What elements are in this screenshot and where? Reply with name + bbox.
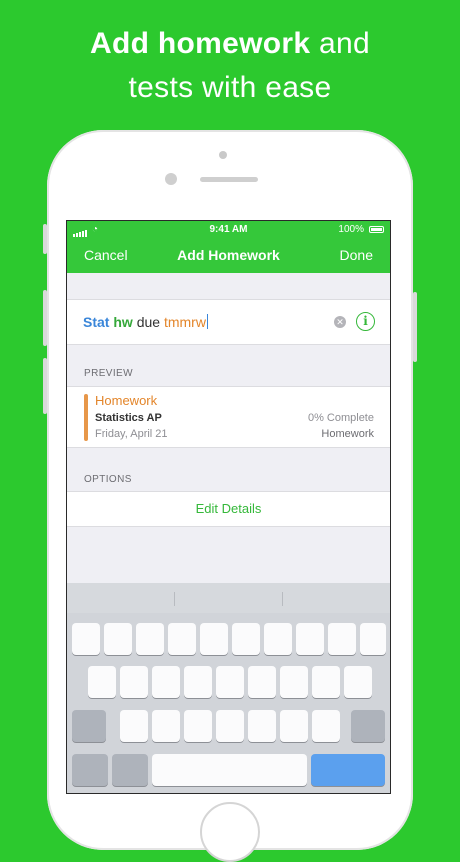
keyboard-key[interactable] <box>88 666 116 698</box>
clear-icon[interactable]: ✕ <box>334 316 346 328</box>
keyboard <box>67 583 390 793</box>
preview-complete: 0% Complete <box>307 412 374 424</box>
battery-icon <box>369 226 384 233</box>
power-button <box>413 292 417 362</box>
edit-details-label: Edit Details <box>195 501 262 516</box>
preview-card: Homework Statistics AP Friday, April 21 … <box>67 386 390 448</box>
keyboard-key[interactable] <box>120 666 148 698</box>
plain-token: due <box>136 314 161 330</box>
course-color-bar <box>84 394 88 441</box>
input-text[interactable]: Stat hw due tmmrw <box>83 314 209 330</box>
options-header: OPTIONS <box>84 474 132 485</box>
battery-percent: 100% <box>338 224 364 235</box>
mute-switch <box>43 224 47 254</box>
done-button[interactable]: Done <box>340 247 373 263</box>
keyboard-key[interactable] <box>312 666 340 698</box>
keyboard-key[interactable] <box>344 666 372 698</box>
numbers-key[interactable] <box>72 754 108 786</box>
keyboard-key[interactable] <box>152 710 180 742</box>
type-token: hw <box>113 314 133 330</box>
keyboard-key[interactable] <box>216 666 244 698</box>
volume-down-button <box>43 358 47 414</box>
return-key[interactable] <box>311 754 385 786</box>
preview-date: Friday, April 21 <box>95 428 168 440</box>
earpiece-speaker <box>200 177 258 182</box>
front-camera <box>165 173 177 185</box>
home-button[interactable] <box>200 802 260 862</box>
space-key[interactable] <box>152 754 307 786</box>
status-bar: ◔ 9:41 AM 100% <box>67 221 390 239</box>
keyboard-key[interactable] <box>168 623 196 655</box>
suggestion-divider <box>174 592 175 606</box>
preview-course: Statistics AP <box>95 412 162 424</box>
homework-input-field[interactable]: Stat hw due tmmrw ✕ i <box>67 299 390 345</box>
date-token: tmmrw <box>163 314 206 330</box>
suggestion-bar <box>67 583 390 613</box>
app-screen: ◔ 9:41 AM 100% Cancel Add Homework Done … <box>67 221 390 793</box>
course-token: Stat <box>83 314 110 330</box>
headline-light-first: and <box>318 27 370 60</box>
headline-bold: Add homework <box>90 27 311 60</box>
keyboard-key[interactable] <box>232 623 260 655</box>
text-caret <box>206 314 209 329</box>
edit-details-button[interactable]: Edit Details <box>67 491 390 527</box>
navigation-bar: ◔ 9:41 AM 100% Cancel Add Homework Done <box>67 221 390 273</box>
keyboard-key[interactable] <box>104 623 132 655</box>
headline-light-second: tests with ease <box>128 71 332 104</box>
suggestion-divider <box>282 592 283 606</box>
keyboard-key[interactable] <box>120 710 148 742</box>
keyboard-key[interactable] <box>280 666 308 698</box>
keyboard-key[interactable] <box>264 623 292 655</box>
preview-category: Homework <box>321 428 374 440</box>
keyboard-key[interactable] <box>216 710 244 742</box>
keyboard-key[interactable] <box>248 666 276 698</box>
keyboard-key[interactable] <box>312 710 340 742</box>
keyboard-key[interactable] <box>152 666 180 698</box>
keyboard-key[interactable] <box>184 710 212 742</box>
preview-type: Homework <box>95 393 158 408</box>
keyboard-key[interactable] <box>296 623 324 655</box>
keyboard-key[interactable] <box>72 623 100 655</box>
info-icon[interactable]: i <box>356 312 375 331</box>
keyboard-key[interactable] <box>136 623 164 655</box>
keyboard-key[interactable] <box>200 623 228 655</box>
keyboard-key[interactable] <box>328 623 356 655</box>
volume-up-button <box>43 290 47 346</box>
keyboard-key[interactable] <box>184 666 212 698</box>
shift-key[interactable] <box>72 710 106 742</box>
keyboard-key[interactable] <box>280 710 308 742</box>
sensor <box>219 151 227 159</box>
keyboard-key[interactable] <box>360 623 386 655</box>
headline: Add homework and tests with ease <box>0 22 460 110</box>
preview-header: PREVIEW <box>84 368 133 379</box>
emoji-key[interactable] <box>112 754 148 786</box>
backspace-key[interactable] <box>351 710 385 742</box>
keyboard-key[interactable] <box>248 710 276 742</box>
